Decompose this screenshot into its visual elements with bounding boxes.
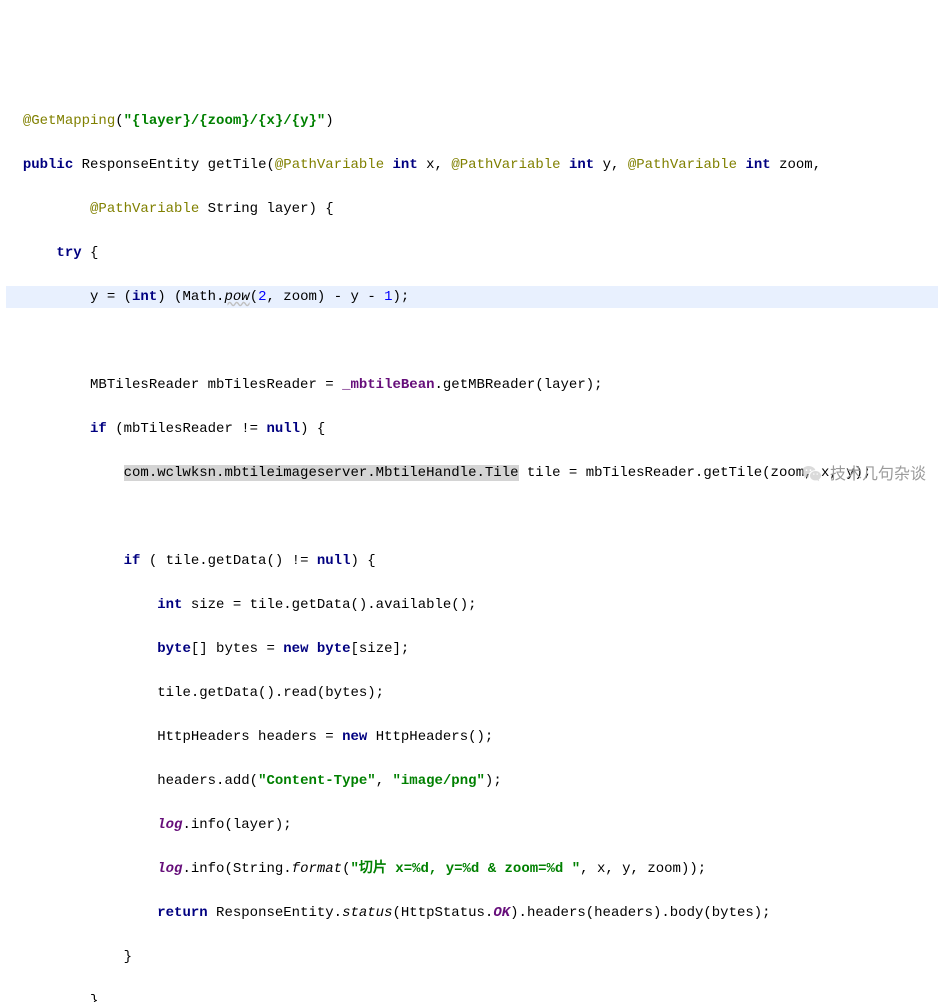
annotation: @PathVariable [275,157,384,173]
string-literal: "image/png" [393,773,485,789]
annotation: @PathVariable [451,157,560,173]
code-line-highlighted: y = (int) (Math.pow(2, zoom) - y - 1); [6,286,938,308]
code-line: HttpHeaders headers = new HttpHeaders(); [6,726,938,748]
code-line: headers.add("Content-Type", "image/png")… [6,770,938,792]
string-literal: "切片 x=%d, y=%d & zoom=%d " [351,861,581,877]
keyword: byte [157,641,191,657]
keyword: if [90,421,107,437]
code-line: try { [6,242,938,264]
keyword: int [393,157,418,173]
code-line: MBTilesReader mbTilesReader = _mbtileBea… [6,374,938,396]
annotation: @PathVariable [628,157,737,173]
code-line: byte[] bytes = new byte[size]; [6,638,938,660]
code-line: com.wclwksn.mbtileimageserver.MbtileHand… [6,462,938,484]
annotation: @GetMapping [23,113,115,129]
type: String [208,201,258,217]
method-call: status [342,905,392,921]
keyword: public [23,157,73,173]
number: 2 [258,289,266,305]
keyword: int [132,289,157,305]
keyword: return [157,905,207,921]
keyword: null [266,421,300,437]
field: log [157,817,182,833]
code-line: } [6,946,938,968]
keyword: try [56,245,81,261]
keyword: null [317,553,351,569]
string-literal: "{layer}/{zoom}/{x}/{y}" [124,113,326,129]
keyword: new [283,641,308,657]
code-line: } [6,990,938,1002]
code-line: log.info(String.format("切片 x=%d, y=%d & … [6,858,938,880]
field: log [157,861,182,877]
code-editor[interactable]: @GetMapping("{layer}/{zoom}/{x}/{y}") pu… [0,88,944,1002]
code-line: @PathVariable String layer) { [6,198,938,220]
string-literal: "Content-Type" [258,773,376,789]
number: 1 [384,289,392,305]
code-line: tile.getData().read(bytes); [6,682,938,704]
keyword: byte [317,641,351,657]
field: _mbtileBean [342,377,434,393]
code-line: log.info(layer); [6,814,938,836]
keyword: int [745,157,770,173]
code-line: public ResponseEntity getTile(@PathVaria… [6,154,938,176]
code-line: if ( tile.getData() != null) { [6,550,938,572]
code-line: if (mbTilesReader != null) { [6,418,938,440]
code-line [6,506,938,528]
keyword: new [342,729,367,745]
type: HttpHeaders [157,729,249,745]
type: MBTilesReader [90,377,199,393]
keyword: if [124,553,141,569]
constant: OK [493,905,510,921]
method-name: getTile [208,157,267,173]
code-line: int size = tile.getData().available(); [6,594,938,616]
selection: com.wclwksn.mbtileimageserver.MbtileHand… [124,465,519,481]
keyword: int [157,597,182,613]
code-line [6,330,938,352]
keyword: int [569,157,594,173]
method-call: format [292,861,342,877]
code-line: @GetMapping("{layer}/{zoom}/{x}/{y}") [6,110,938,132]
method-call: pow [224,289,249,305]
type: ResponseEntity [82,157,200,173]
code-line: return ResponseEntity.status(HttpStatus.… [6,902,938,924]
annotation: @PathVariable [90,201,199,217]
